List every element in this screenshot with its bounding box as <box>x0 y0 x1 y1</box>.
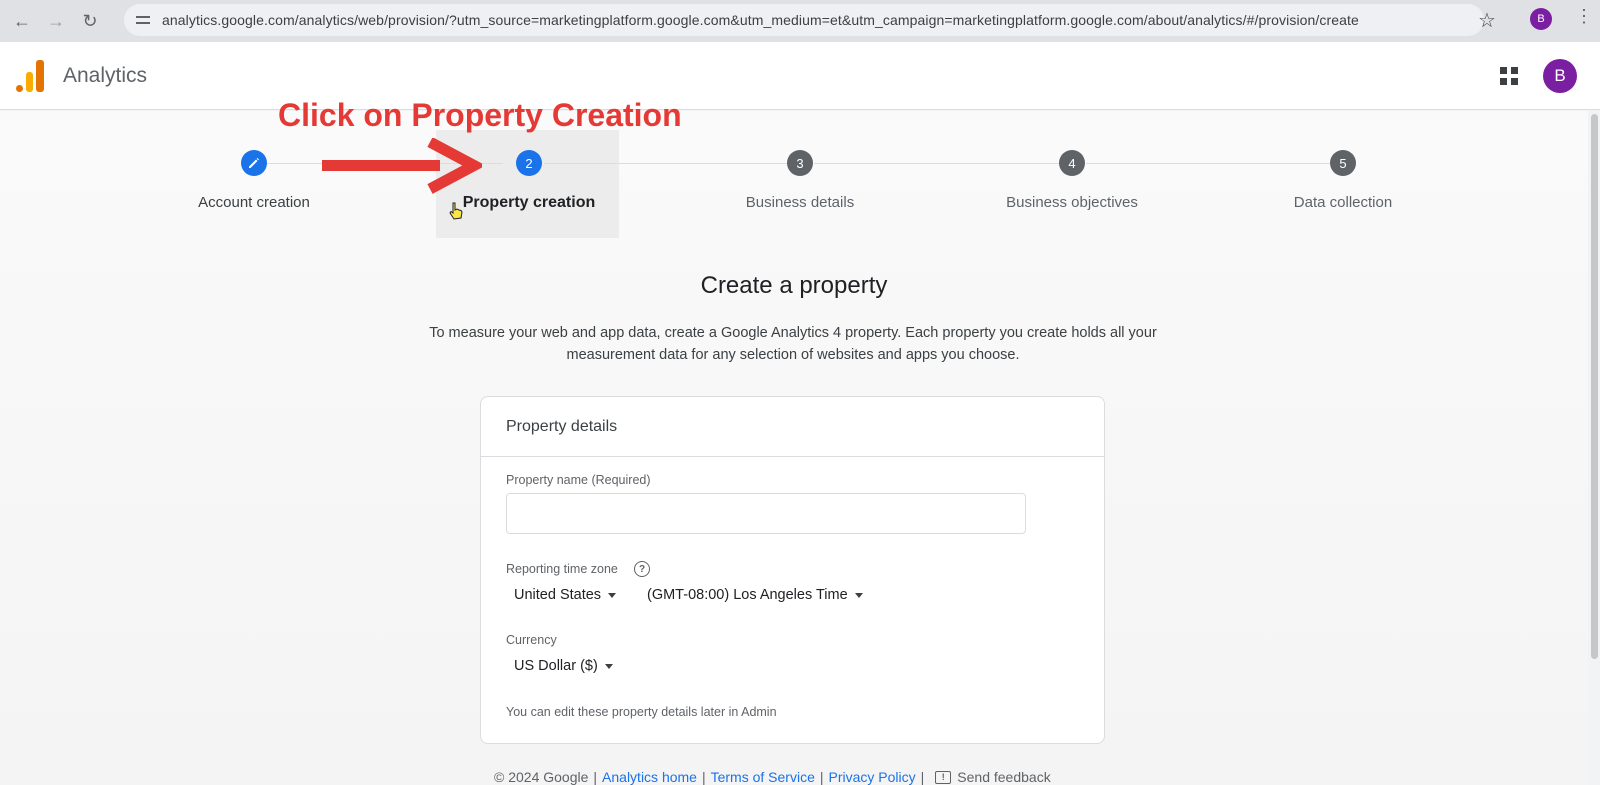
step-1-edit-icon[interactable] <box>241 150 267 176</box>
browser-toolbar: ← → ↻ analytics.google.com/analytics/web… <box>0 0 1600 42</box>
step-4-number[interactable]: 4 <box>1059 150 1085 176</box>
account-avatar[interactable]: B <box>1543 59 1577 93</box>
currency-dropdown[interactable]: US Dollar ($) <box>514 658 613 674</box>
analytics-logo-icon[interactable] <box>16 60 44 92</box>
step-5-number[interactable]: 5 <box>1330 150 1356 176</box>
app-header: Analytics B <box>0 42 1600 110</box>
hand-cursor-icon <box>449 202 463 220</box>
apps-grid-icon[interactable] <box>1500 67 1518 85</box>
property-name-input[interactable] <box>506 493 1026 534</box>
scrollbar-thumb[interactable] <box>1591 114 1598 659</box>
privacy-policy-link[interactable]: Privacy Policy <box>829 769 916 785</box>
browser-profile-avatar[interactable]: B <box>1530 8 1552 30</box>
browser-menu-icon[interactable]: ⋮ <box>1575 6 1593 27</box>
site-settings-icon[interactable] <box>136 13 150 27</box>
back-arrow-icon[interactable]: ← <box>10 9 34 33</box>
currency-value: US Dollar ($) <box>514 658 598 674</box>
step-label-business-objectives[interactable]: Business objectives <box>1006 194 1138 211</box>
step-label-business-details[interactable]: Business details <box>746 194 854 211</box>
step-connector <box>1086 163 1330 164</box>
pencil-icon <box>249 158 259 168</box>
step-3-number[interactable]: 3 <box>787 150 813 176</box>
terms-of-service-link[interactable]: Terms of Service <box>711 769 815 785</box>
page-title: Create a property <box>700 272 888 299</box>
timezone-value: (GMT-08:00) Los Angeles Time <box>647 587 848 603</box>
footer: © 2024 Google | Analytics home | Terms o… <box>494 769 1051 785</box>
forward-arrow-icon[interactable]: → <box>44 9 68 33</box>
timezone-label: Reporting time zone <box>506 562 618 576</box>
step-label-property-creation[interactable]: Property creation <box>463 194 595 212</box>
page-description: To measure your web and app data, create… <box>429 325 1157 363</box>
caret-down-icon <box>608 592 617 598</box>
step-label-account-creation[interactable]: Account creation <box>198 194 310 211</box>
property-name-label: Property name (Required) <box>506 473 651 487</box>
country-value: United States <box>514 587 602 603</box>
step-connector <box>814 163 1059 164</box>
country-dropdown[interactable]: United States <box>514 587 617 603</box>
address-bar[interactable]: analytics.google.com/analytics/web/provi… <box>124 4 1484 36</box>
send-feedback-link[interactable]: Send feedback <box>957 769 1050 785</box>
card-title: Property details <box>481 397 1104 457</box>
analytics-home-link[interactable]: Analytics home <box>602 769 697 785</box>
help-icon[interactable]: ? <box>634 561 650 577</box>
caret-down-icon <box>604 663 613 669</box>
feedback-icon[interactable]: ! <box>935 770 952 784</box>
card-note: You can edit these property details late… <box>506 705 777 719</box>
copyright-text: © 2024 Google <box>494 769 589 785</box>
reload-icon[interactable]: ↻ <box>78 9 102 33</box>
step-2-number[interactable]: 2 <box>516 150 542 176</box>
url-text: analytics.google.com/analytics/web/provi… <box>162 12 1359 28</box>
caret-down-icon <box>854 592 863 598</box>
step-connector <box>544 163 787 164</box>
bookmark-star-icon[interactable]: ☆ <box>1478 8 1496 33</box>
currency-label: Currency <box>506 633 557 647</box>
annotation-title: Click on Property Creation <box>278 97 682 133</box>
step-label-data-collection[interactable]: Data collection <box>1294 194 1392 211</box>
timezone-dropdown[interactable]: (GMT-08:00) Los Angeles Time <box>647 587 863 603</box>
app-title: Analytics <box>63 64 148 87</box>
property-details-card: Property details Property name (Required… <box>480 396 1105 744</box>
annotation-arrow-icon <box>322 138 482 194</box>
